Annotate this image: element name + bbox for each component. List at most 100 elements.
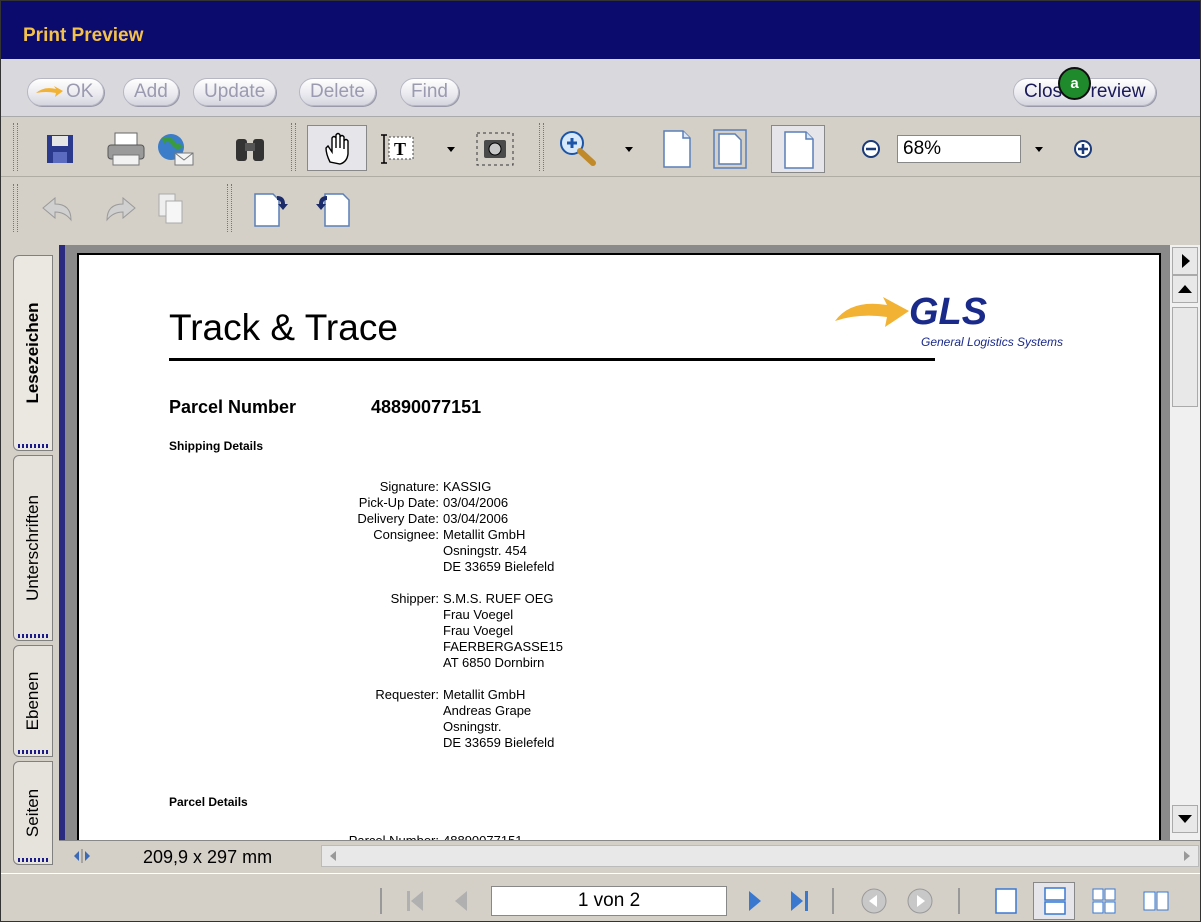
triangle-up-icon (1178, 285, 1192, 293)
continuous-facing-icon[interactable] (1089, 886, 1119, 916)
chevron-down-icon[interactable] (1033, 145, 1045, 153)
save-icon[interactable] (45, 133, 75, 165)
last-page-icon[interactable] (785, 886, 815, 916)
title-rule (169, 358, 935, 361)
scroll-left-icon[interactable] (326, 848, 340, 864)
detail-value: Metallit GmbH Andreas Grape Osningstr. D… (443, 687, 555, 750)
detail-value: 03/04/2006 (443, 511, 509, 526)
tab-seiten[interactable]: Seiten (13, 761, 53, 865)
next-page-icon[interactable] (743, 886, 767, 916)
toolbar-main: T 68% (1, 117, 1200, 177)
text-select-icon[interactable]: T (381, 133, 417, 165)
scroll-up-button[interactable] (1172, 275, 1198, 303)
detail-value: S.M.S. RUEF OEG Frau Voegel Frau Voegel … (443, 591, 563, 670)
triangle-right-icon (1182, 254, 1190, 268)
toolbar-grip[interactable] (291, 123, 296, 171)
gls-arrow-icon (835, 297, 909, 327)
single-page-icon[interactable] (991, 886, 1021, 916)
resize-width-icon[interactable] (73, 848, 91, 864)
horizontal-scrollbar[interactable] (321, 845, 1199, 867)
find-button[interactable]: Find (400, 78, 459, 106)
zoom-in-small-icon[interactable] (1073, 139, 1093, 159)
parcel-number-value: 48890077151 (371, 397, 482, 417)
window-title: Print Preview (23, 25, 144, 46)
snapshot-icon[interactable] (475, 131, 515, 167)
delete-button[interactable]: Delete (299, 78, 376, 106)
fit-page-icon[interactable] (713, 129, 747, 169)
rotate-counterclockwise-icon[interactable] (315, 192, 351, 228)
detail-key: Pick-Up Date: (358, 495, 439, 510)
triangle-down-icon (1178, 815, 1192, 823)
shipping-details-heading: Shipping Details (169, 439, 264, 453)
document-title: Track & Trace (169, 307, 398, 348)
fit-width-button[interactable] (771, 125, 825, 173)
email-globe-icon[interactable] (155, 131, 195, 167)
chevron-down-icon[interactable] (445, 145, 457, 153)
tab-ebenen[interactable]: Ebenen (13, 645, 53, 757)
previous-page-icon[interactable] (449, 886, 473, 916)
tab-lesezeichen[interactable]: Lesezeichen (13, 255, 53, 451)
detail-key: Signature: (379, 479, 439, 494)
forward-view-icon[interactable] (905, 886, 935, 916)
undo-icon[interactable] (41, 196, 77, 224)
add-button[interactable]: Add (123, 78, 179, 106)
parcel-number-label: Parcel Number (169, 397, 297, 417)
fit-width-icon (784, 131, 814, 169)
first-page-icon[interactable] (401, 886, 431, 916)
toolbar-grip[interactable] (227, 184, 232, 232)
zoom-out-icon[interactable] (861, 139, 881, 159)
navigation-bar: 1 von 2 (1, 873, 1200, 921)
continuous-page-button[interactable] (1033, 882, 1075, 920)
vertical-scrollbar[interactable] (1169, 245, 1200, 840)
side-tab-panel: Lesezeichen Unterschriften Ebenen Seiten (9, 245, 55, 865)
title-bar: Print Preview (1, 1, 1200, 59)
continuous-page-icon (1044, 887, 1066, 915)
toolbar-grip (380, 888, 382, 914)
chevron-down-icon[interactable] (623, 145, 635, 153)
zoom-in-icon[interactable] (557, 129, 597, 167)
button-bar: OK Add Update Delete Find Close Preview … (1, 59, 1200, 117)
scroll-down-button[interactable] (1172, 805, 1198, 833)
tab-ebenen-label: Ebenen (23, 671, 42, 731)
page-number-input[interactable]: 1 von 2 (491, 886, 727, 916)
ok-button-label: OK (66, 81, 94, 102)
separator (958, 888, 960, 914)
tab-grip (18, 750, 48, 754)
detail-key: Requester: (375, 687, 439, 702)
detail-key: Shipper: (390, 591, 439, 606)
copy-icon[interactable] (157, 192, 185, 226)
tab-grip (18, 634, 48, 638)
zoom-input[interactable]: 68% (897, 135, 1021, 163)
binoculars-icon[interactable] (233, 133, 267, 165)
toolbar-grip[interactable] (13, 123, 18, 171)
detail-key: Consignee: (373, 527, 439, 542)
back-view-icon[interactable] (859, 886, 889, 916)
scroll-right-icon[interactable] (1180, 848, 1194, 864)
toolbar-grip[interactable] (13, 184, 18, 232)
svg-text:T: T (394, 139, 406, 159)
print-icon[interactable] (105, 131, 147, 167)
tab-lesezeichen-label: Lesezeichen (23, 302, 42, 404)
detail-value: 03/04/2006 (443, 495, 509, 510)
parcel-details-heading: Parcel Details (169, 795, 248, 809)
facing-pages-icon[interactable] (1141, 886, 1171, 916)
logo-tagline: General Logistics Systems (921, 335, 1064, 349)
actual-size-icon[interactable] (661, 129, 693, 169)
page-forward-button[interactable] (1172, 247, 1198, 275)
update-button[interactable]: Update (193, 78, 277, 106)
detail-key: Delivery Date: (357, 511, 439, 526)
rotate-clockwise-icon[interactable] (253, 192, 289, 228)
ok-button[interactable]: OK (27, 78, 105, 106)
toolbar-grip[interactable] (539, 123, 544, 171)
document-page: Track & Trace GLS General Logistics Syst… (77, 253, 1161, 853)
viewport-left-edge (59, 245, 65, 840)
toolbar-secondary (1, 178, 1200, 240)
detail-value: KASSIG (443, 479, 492, 494)
gls-arrow-icon (36, 85, 63, 97)
redo-icon[interactable] (101, 196, 137, 224)
scroll-thumb[interactable] (1172, 307, 1198, 407)
hand-tool-button[interactable] (307, 125, 367, 171)
tab-unterschriften[interactable]: Unterschriften (13, 455, 53, 641)
tab-grip (18, 444, 48, 448)
hand-icon (325, 132, 349, 165)
